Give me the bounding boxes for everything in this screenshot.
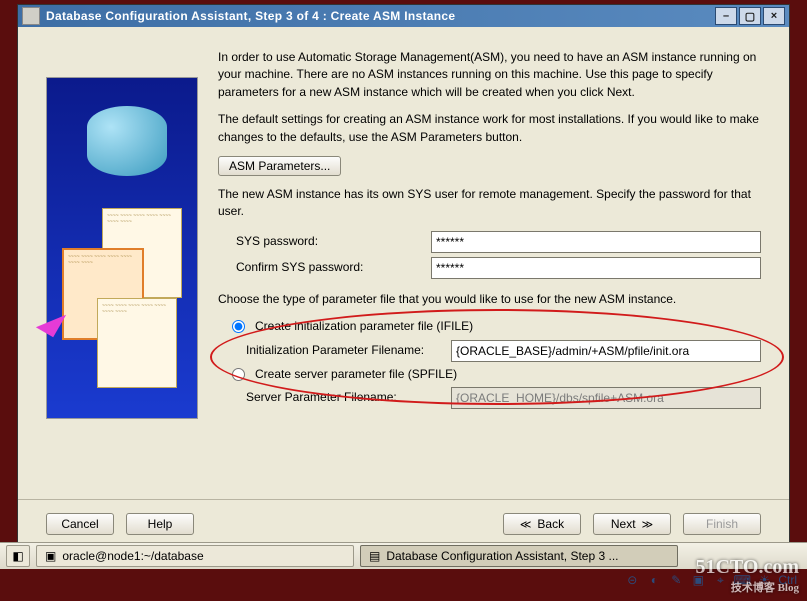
taskbar-dbca[interactable]: ▤ Database Configuration Assistant, Step… (360, 545, 678, 567)
spfile-filename-input (451, 387, 761, 409)
pencil-tray-icon[interactable]: ✎ (668, 572, 684, 588)
confirm-sys-password-input[interactable] (431, 257, 761, 279)
next-label: Next (611, 517, 636, 531)
wizard-graphic: ~~~~ ~~~~ ~~~~ ~~~~ ~~~~ ~~~~ ~~~~ ~~~~ … (46, 77, 198, 419)
asm-parameters-button[interactable]: ASM Parameters... (218, 156, 341, 176)
terminal-icon: ▣ (45, 549, 56, 563)
help-button[interactable]: Help (126, 513, 194, 535)
mouse-tray-icon[interactable]: ⌖ (712, 572, 728, 588)
taskbar-terminal-label: oracle@node1:~/database (62, 549, 203, 563)
app-task-icon: ▤ (369, 549, 380, 563)
titlebar[interactable]: Database Configuration Assistant, Step 3… (18, 5, 789, 27)
intro-para-1: In order to use Automatic Storage Manage… (218, 49, 761, 101)
ctrl-indicator: Ctrl (778, 573, 797, 587)
chevron-left-icon: ≪ (520, 518, 532, 531)
chevron-right-icon: ≫ (642, 518, 654, 531)
taskbar[interactable]: ◧ ▣ oracle@node1:~/database ▤ Database C… (0, 542, 807, 569)
start-button[interactable]: ◧ (6, 545, 30, 567)
intro-para-3: The new ASM instance has its own SYS use… (218, 186, 761, 221)
minimize-button[interactable]: – (715, 7, 737, 25)
wizard-footer: Cancel Help ≪ Back Next ≫ Finish (18, 499, 789, 548)
ifile-filename-input[interactable] (451, 340, 761, 362)
maximize-button[interactable]: ▢ (739, 7, 761, 25)
paramfile-choose-text: Choose the type of parameter file that y… (218, 291, 761, 308)
intro-para-2: The default settings for creating an ASM… (218, 111, 761, 146)
sys-password-label: SYS password: (236, 233, 431, 250)
back-label: Back (537, 517, 564, 531)
dbca-window: Database Configuration Assistant, Step 3… (17, 4, 790, 549)
ifile-radio[interactable] (232, 320, 245, 333)
network-tray-icon[interactable]: ◐ (646, 572, 662, 588)
cancel-button[interactable]: Cancel (46, 513, 114, 535)
bulb-tray-icon[interactable]: ☀ (756, 572, 772, 588)
disk-tray-icon[interactable]: ⊝ (624, 572, 640, 588)
ifile-filename-label: Initialization Parameter Filename: (246, 342, 451, 359)
taskbar-dbca-label: Database Configuration Assistant, Step 3… (386, 549, 618, 563)
close-button[interactable]: × (763, 7, 785, 25)
window-title: Database Configuration Assistant, Step 3… (46, 9, 713, 23)
spfile-radio[interactable] (232, 368, 245, 381)
app-icon (22, 7, 40, 25)
monitor-tray-icon[interactable]: ▣ (690, 572, 706, 588)
window-content: ~~~~ ~~~~ ~~~~ ~~~~ ~~~~ ~~~~ ~~~~ ~~~~ … (18, 27, 789, 499)
ifile-radio-label: Create initialization parameter file (IF… (255, 318, 473, 335)
next-button[interactable]: Next ≫ (593, 513, 671, 535)
input-tray-icon[interactable]: ⌨ (734, 572, 750, 588)
main-panel: In order to use Automatic Storage Manage… (218, 49, 761, 489)
spfile-radio-label: Create server parameter file (SPFILE) (255, 366, 457, 383)
system-tray: ⊝ ◐ ✎ ▣ ⌖ ⌨ ☀ Ctrl (0, 569, 807, 591)
sys-password-input[interactable] (431, 231, 761, 253)
finish-button: Finish (683, 513, 761, 535)
back-button[interactable]: ≪ Back (503, 513, 581, 535)
taskbar-terminal[interactable]: ▣ oracle@node1:~/database (36, 545, 354, 567)
spfile-filename-label: Server Parameter Filename: (246, 389, 451, 406)
confirm-sys-password-label: Confirm SYS password: (236, 259, 431, 276)
